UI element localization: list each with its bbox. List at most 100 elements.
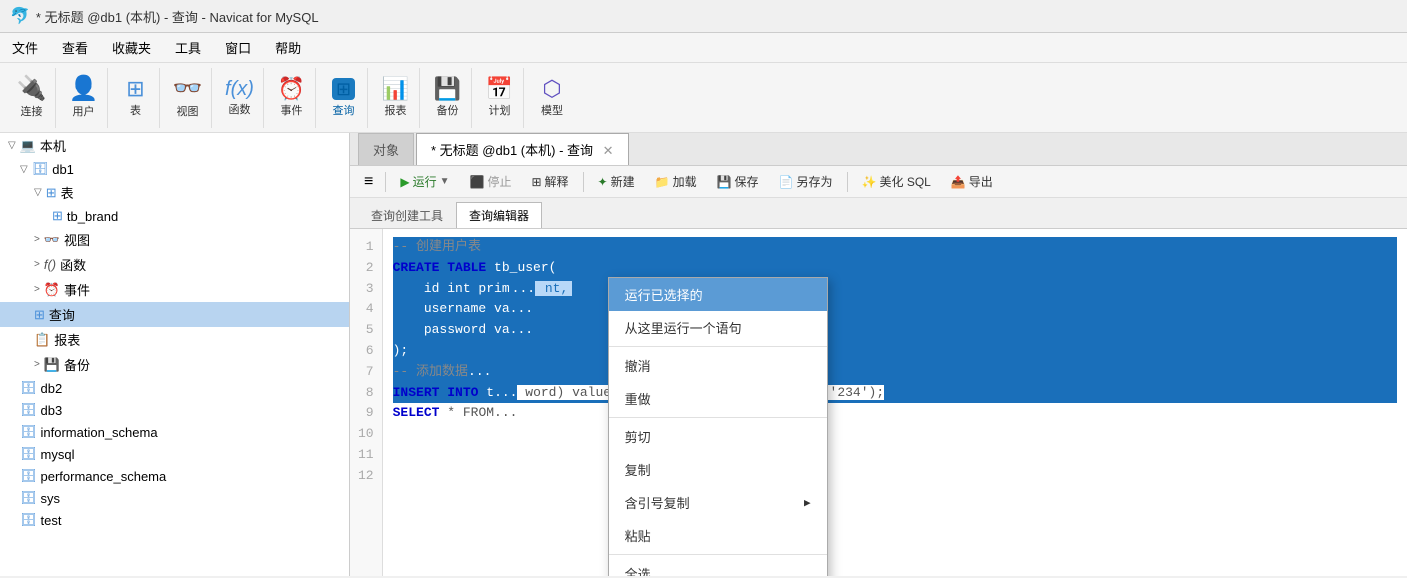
beautify-button[interactable]: ✨ 美化 SQL [854,170,939,193]
tables-icon: ⊞ [46,185,57,201]
code-editor[interactable]: 1 2 3 4 5 6 7 8 9 10 11 12 -- 创建用户表 CREA… [350,229,1407,576]
menu-file[interactable]: 文件 [8,36,42,59]
event-icon: ⏰ [278,78,305,100]
sidebar-item-tables[interactable]: ▽ ⊞ 表 [0,180,349,205]
func-icon: f(x) [225,79,254,99]
export-button[interactable]: 📤 导出 [943,170,1001,193]
sidebar-item-queries[interactable]: ⊞ 查询 [0,302,349,327]
toolbar-query[interactable]: ⊞ 查询 [320,68,368,128]
sidebar-item-information-schema[interactable]: 🗄 information_schema [0,421,349,443]
tab-bar: 对象 * 无标题 @db1 (本机) - 查询 ✕ [350,133,1407,166]
menu-tools[interactable]: 工具 [171,36,205,59]
menu-help[interactable]: 帮助 [271,36,305,59]
table-icon: ⊞ [126,78,144,100]
explain-button[interactable]: ⊞ 解释 [523,170,576,193]
toolbar-event[interactable]: ⏰ 事件 [268,68,316,128]
ctx-copy[interactable]: 复制 [609,453,827,486]
code-line-3: id int prim... nt, [393,279,1397,300]
content-area: 对象 * 无标题 @db1 (本机) - 查询 ✕ ≡ ▶ 运行 ▼ ⬛ 停止 … [350,133,1407,576]
beautify-icon: ✨ [862,175,877,189]
sub-tab-builder[interactable]: 查询创建工具 [358,202,456,228]
hamburger-menu[interactable]: ≡ [358,171,379,193]
stop-button[interactable]: ⬛ 停止 [462,170,520,193]
toolbar-table[interactable]: ⊞ 表 [112,68,160,128]
toolbar: 🔌 连接 👤 用户 ⊞ 表 👓 视图 f(x) 函数 ⏰ 事件 ⊞ 查询 📊 报… [0,63,1407,133]
menu-view[interactable]: 查看 [58,36,92,59]
explain-icon: ⊞ [531,175,541,189]
sidebar-item-db3[interactable]: 🗄 db3 [0,399,349,421]
schedule-icon: 📅 [486,78,513,100]
new-button[interactable]: ✦ 新建 [590,170,643,193]
menu-favorites[interactable]: 收藏夹 [108,36,155,59]
sidebar-item-tb-brand[interactable]: ⊞ tb_brand [0,205,349,227]
db2-icon: 🗄 [20,380,37,396]
report-icon: 📊 [382,78,409,100]
menu-bar: 文件 查看 收藏夹 工具 窗口 帮助 [0,33,1407,63]
ctx-select-all[interactable]: 全选 [609,557,827,576]
tab-objects[interactable]: 对象 [358,133,414,165]
sidebar: ▽ 💻 本机 ▽ 🗄 db1 ▽ ⊞ 表 ⊞ tb_brand > 👓 视图 >… [0,133,350,576]
tb-brand-label: tb_brand [67,209,118,224]
submenu-arrow-icon: ▶ [804,496,811,510]
separator3 [847,172,848,192]
sidebar-item-functions[interactable]: > f() 函数 [0,252,349,277]
ctx-cut[interactable]: 剪切 [609,420,827,453]
sub-tab-editor[interactable]: 查询编辑器 [456,202,542,228]
backup-sidebar-label: 备份 [64,355,90,374]
save-as-button[interactable]: 📄 另存为 [771,170,841,193]
model-icon: ⬡ [542,78,561,100]
run-dropdown-icon[interactable]: ▼ [440,176,450,187]
load-button[interactable]: 📁 加载 [647,170,705,193]
db2-label: db2 [41,381,63,396]
sidebar-item-events[interactable]: > ⏰ 事件 [0,277,349,302]
sidebar-item-views[interactable]: > 👓 视图 [0,227,349,252]
ctx-run-selected[interactable]: 运行已选择的 [609,278,827,311]
ctx-undo[interactable]: 撤消 [609,349,827,382]
ctx-paste[interactable]: 粘贴 [609,519,827,552]
save-button[interactable]: 💾 保存 [709,170,767,193]
sidebar-item-reports[interactable]: 📋 报表 [0,327,349,352]
functions-icon: f() [44,257,56,272]
localhost-label: 本机 [40,136,66,155]
save-as-icon: 📄 [779,175,794,189]
toolbar-connect[interactable]: 🔌 连接 [8,68,56,128]
sidebar-item-test[interactable]: 🗄 test [0,509,349,531]
line-numbers: 1 2 3 4 5 6 7 8 9 10 11 12 [350,229,383,576]
sidebar-item-performance-schema[interactable]: 🗄 performance_schema [0,465,349,487]
toolbar-model[interactable]: ⬡ 模型 [528,68,576,128]
toolbar-schedule[interactable]: 📅 计划 [476,68,524,128]
ctx-divider-3 [609,554,827,555]
sidebar-item-db1[interactable]: ▽ 🗄 db1 [0,158,349,180]
menu-window[interactable]: 窗口 [221,36,255,59]
sidebar-item-mysql[interactable]: 🗄 mysql [0,443,349,465]
query-icon: ⊞ [332,78,355,100]
report-label: 报表 [385,102,407,118]
caret-views: > [34,234,40,245]
sidebar-item-sys[interactable]: 🗄 sys [0,487,349,509]
sidebar-item-db2[interactable]: 🗄 db2 [0,377,349,399]
sidebar-item-backup[interactable]: > 💾 备份 [0,352,349,377]
reports-icon: 📋 [34,332,50,348]
ctx-run-from-here[interactable]: 从这里运行一个语句 [609,311,827,344]
schedule-label: 计划 [489,102,511,118]
toolbar-user[interactable]: 👤 用户 [60,68,108,128]
reports-label: 报表 [54,330,80,349]
toolbar-func[interactable]: f(x) 函数 [216,68,264,128]
main-area: ▽ 💻 本机 ▽ 🗄 db1 ▽ ⊞ 表 ⊞ tb_brand > 👓 视图 >… [0,133,1407,576]
caret-events: > [34,284,40,295]
db1-icon: 🗄 [32,161,49,177]
ctx-copy-with-quotes[interactable]: 含引号复制 ▶ [609,486,827,519]
caret-db1: ▽ [20,164,28,175]
view-label: 视图 [177,103,199,119]
mysql-icon: 🗄 [20,446,37,462]
sidebar-item-localhost[interactable]: ▽ 💻 本机 [0,133,349,158]
load-icon: 📁 [655,175,670,189]
tab-query[interactable]: * 无标题 @db1 (本机) - 查询 ✕ [416,133,629,165]
ctx-redo[interactable]: 重做 [609,382,827,415]
run-button[interactable]: ▶ 运行 ▼ [392,170,457,193]
toolbar-backup[interactable]: 💾 备份 [424,68,472,128]
tab-close-icon[interactable]: ✕ [603,143,614,158]
separator1 [385,172,386,192]
toolbar-report[interactable]: 📊 报表 [372,68,420,128]
toolbar-view[interactable]: 👓 视图 [164,68,212,128]
